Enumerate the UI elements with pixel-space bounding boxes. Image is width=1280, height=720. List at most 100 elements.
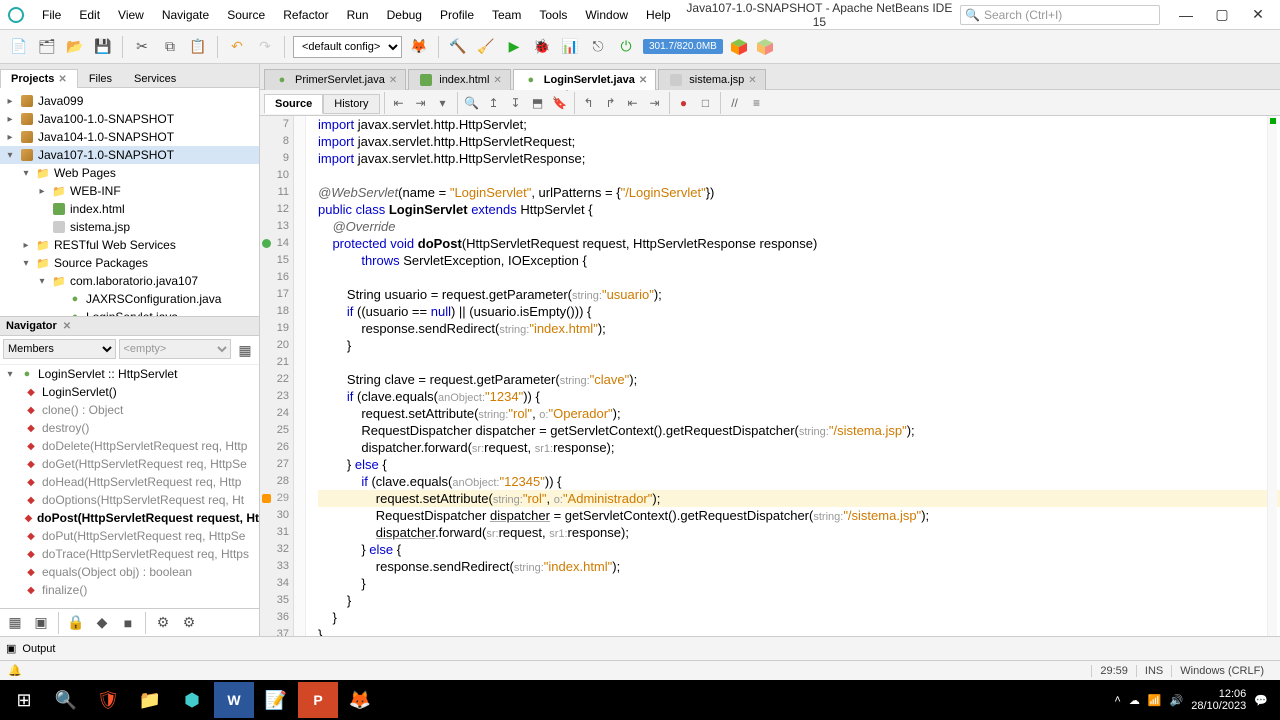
- tree-item[interactable]: LoginServlet.java: [0, 308, 259, 316]
- browser-icon[interactable]: 🦊: [408, 36, 430, 58]
- next-bookmark-icon[interactable]: ↱: [601, 93, 621, 113]
- tray-wifi-icon[interactable]: 📶: [1148, 694, 1162, 707]
- copy-icon[interactable]: ⧉: [159, 36, 181, 58]
- menu-refactor[interactable]: Refactor: [275, 4, 336, 26]
- paste-icon[interactable]: 📋: [187, 36, 209, 58]
- redo-icon[interactable]: ↷: [254, 36, 276, 58]
- panel-tab-files[interactable]: Files: [78, 69, 123, 88]
- tree-item[interactable]: ▸Java100-1.0-SNAPSHOT: [0, 110, 259, 128]
- tree-item[interactable]: ▸Java099: [0, 92, 259, 110]
- toggle-bookmark-icon[interactable]: 🔖: [550, 93, 570, 113]
- start-button[interactable]: ⊞: [4, 682, 44, 718]
- profile-icon[interactable]: 📊: [559, 36, 581, 58]
- tree-item[interactable]: ▾com.laboratorio.java107: [0, 272, 259, 290]
- tree-item[interactable]: JAXRSConfiguration.java: [0, 290, 259, 308]
- tree-item[interactable]: ▾Source Packages: [0, 254, 259, 272]
- run-icon[interactable]: ▶: [503, 36, 525, 58]
- error-stripe[interactable]: [1267, 116, 1277, 636]
- navigator-filters-icon[interactable]: ▦: [234, 339, 256, 361]
- global-search-input[interactable]: 🔍 Search (Ctrl+I): [960, 5, 1160, 25]
- tree-item[interactable]: ▾Web Pages: [0, 164, 259, 182]
- tray-cloud-icon[interactable]: ☁: [1129, 694, 1140, 707]
- run-config-select[interactable]: <default config>: [293, 36, 402, 58]
- attach-debugger-icon[interactable]: ⎋: [587, 36, 609, 58]
- navigator-item[interactable]: doPut(HttpServletRequest req, HttpSe: [0, 527, 259, 545]
- panel-tab-projects[interactable]: Projects✕: [0, 69, 78, 88]
- nav-filter-icon[interactable]: ⚙: [178, 612, 200, 634]
- navigator-item[interactable]: doDelete(HttpServletRequest req, Http: [0, 437, 259, 455]
- menu-window[interactable]: Window: [577, 4, 636, 26]
- tray-volume-icon[interactable]: 🔊: [1170, 694, 1184, 707]
- clean-build-icon[interactable]: 🧹: [475, 36, 497, 58]
- menu-source[interactable]: Source: [219, 4, 273, 26]
- tree-item[interactable]: index.html: [0, 200, 259, 218]
- menu-profile[interactable]: Profile: [432, 4, 482, 26]
- tree-item[interactable]: ▾Java107-1.0-SNAPSHOT: [0, 146, 259, 164]
- editor-tab[interactable]: LoginServlet.java✕: [513, 69, 656, 90]
- minimize-button[interactable]: ―: [1172, 5, 1200, 25]
- menu-help[interactable]: Help: [638, 4, 679, 26]
- nav-filter-icon[interactable]: 🔒: [65, 612, 87, 634]
- close-button[interactable]: ✕: [1244, 5, 1272, 25]
- navigator-close-icon[interactable]: ✕: [63, 321, 71, 332]
- open-project-icon[interactable]: 📂: [64, 36, 86, 58]
- start-macro-icon[interactable]: ●: [674, 93, 694, 113]
- debug-icon[interactable]: 🐞: [531, 36, 553, 58]
- navigator-item[interactable]: doTrace(HttpServletRequest req, Https: [0, 545, 259, 563]
- menu-edit[interactable]: Edit: [71, 4, 108, 26]
- prev-error-icon[interactable]: ↥: [484, 93, 504, 113]
- explorer-icon[interactable]: 📁: [130, 682, 170, 718]
- powerpoint-icon[interactable]: P: [298, 682, 338, 718]
- uncomment-icon[interactable]: ≡: [747, 93, 767, 113]
- notification-icon[interactable]: 🔔: [8, 664, 22, 677]
- toggle-highlight-icon[interactable]: ⬒: [528, 93, 548, 113]
- code-editor[interactable]: 7891011121314151617181920212223242526272…: [260, 116, 1280, 636]
- navigator-item[interactable]: destroy(): [0, 419, 259, 437]
- projects-tree[interactable]: ▸Java099▸Java100-1.0-SNAPSHOT▸Java104-1.…: [0, 88, 259, 316]
- tree-item[interactable]: ▸WEB-INF: [0, 182, 259, 200]
- cube-icon-2[interactable]: [755, 37, 775, 57]
- nav-dropdown-icon[interactable]: ▾: [433, 93, 453, 113]
- panel-tab-services[interactable]: Services: [123, 69, 187, 88]
- navigator-item[interactable]: doPost(HttpServletRequest request, Ht: [0, 509, 259, 527]
- nav-back-icon[interactable]: ⇤: [389, 93, 409, 113]
- sub-tab-history[interactable]: History: [323, 94, 379, 114]
- navigator-item[interactable]: doGet(HttpServletRequest req, HttpSe: [0, 455, 259, 473]
- nav-filter-icon[interactable]: ▣: [30, 612, 52, 634]
- menu-debug[interactable]: Debug: [379, 4, 430, 26]
- editor-tab[interactable]: index.html✕: [408, 69, 511, 90]
- nav-filter-icon[interactable]: ▦: [4, 612, 26, 634]
- find-icon[interactable]: 🔍: [462, 93, 482, 113]
- build-icon[interactable]: 🔨: [447, 36, 469, 58]
- menu-navigate[interactable]: Navigate: [154, 4, 217, 26]
- menu-view[interactable]: View: [110, 4, 152, 26]
- menu-file[interactable]: File: [34, 4, 69, 26]
- shift-left-icon[interactable]: ⇤: [623, 93, 643, 113]
- cube-icon-1[interactable]: [729, 37, 749, 57]
- navigator-filter-select[interactable]: <empty>: [119, 339, 232, 359]
- system-tray[interactable]: ˄ ☁ 📶 🔊 12:06 28/10/2023 💬: [1114, 688, 1276, 712]
- stop-macro-icon[interactable]: □: [696, 93, 716, 113]
- nav-filter-icon[interactable]: ■: [117, 612, 139, 634]
- navigator-tree[interactable]: ▾ LoginServlet :: HttpServlet LoginServl…: [0, 365, 259, 608]
- next-error-icon[interactable]: ↧: [506, 93, 526, 113]
- undo-icon[interactable]: ↶: [226, 36, 248, 58]
- menu-run[interactable]: Run: [339, 4, 377, 26]
- taskbar-search-icon[interactable]: 🔍: [46, 682, 86, 718]
- memory-badge[interactable]: 301.7/820.0MB: [643, 39, 723, 54]
- navigator-item[interactable]: equals(Object obj) : boolean: [0, 563, 259, 581]
- comment-icon[interactable]: //: [725, 93, 745, 113]
- navigator-view-select[interactable]: Members: [3, 339, 116, 359]
- brave-icon[interactable]: 🛡: [88, 682, 128, 718]
- maximize-button[interactable]: ▢: [1208, 5, 1236, 25]
- navigator-item[interactable]: doHead(HttpServletRequest req, Http: [0, 473, 259, 491]
- notepadpp-icon[interactable]: 📝: [256, 682, 296, 718]
- navigator-item[interactable]: LoginServlet(): [0, 383, 259, 401]
- menu-tools[interactable]: Tools: [531, 4, 575, 26]
- notifications-icon[interactable]: 💬: [1254, 694, 1268, 707]
- cut-icon[interactable]: ✂: [131, 36, 153, 58]
- clock[interactable]: 12:06 28/10/2023: [1191, 688, 1246, 712]
- stop-icon[interactable]: ⏻: [615, 36, 637, 58]
- shift-right-icon[interactable]: ⇥: [645, 93, 665, 113]
- save-all-icon[interactable]: 💾: [92, 36, 114, 58]
